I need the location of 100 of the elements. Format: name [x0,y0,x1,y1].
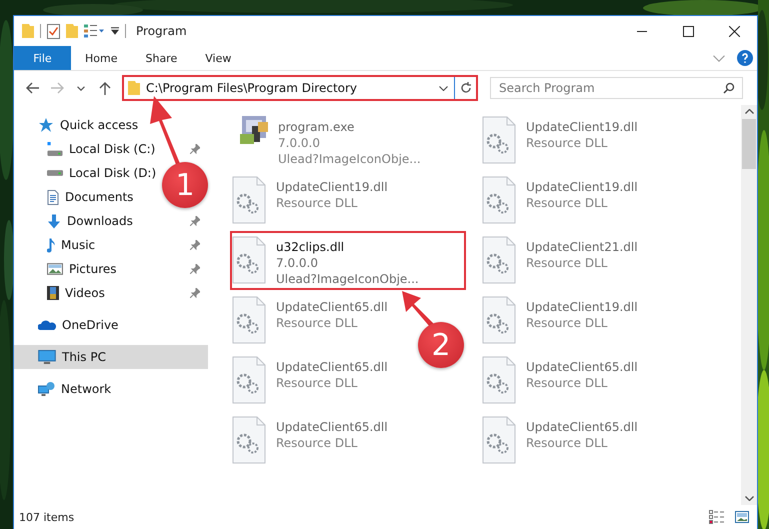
up-arrow-icon [99,81,111,95]
file-name: UpdateClient19.dll [526,119,638,135]
thumbnail-view-icon[interactable] [735,511,749,523]
file-detail: Resource DLL [526,435,608,451]
ribbon-tab[interactable]: File [14,46,71,70]
help-icon[interactable] [737,50,753,66]
nav-item[interactable]: Downloads [14,209,208,233]
file-detail: Resource DLL [276,195,358,211]
checklist-icon[interactable] [47,24,60,38]
forward-arrow-icon [50,82,64,94]
file-detail: Resource DLL [526,135,608,151]
item-count: 107 items [19,510,74,524]
search-icon [723,82,735,94]
file-tile[interactable]: UpdateClient19.dll Resource DLL [230,171,394,230]
cloud-icon [38,320,56,330]
nav-item[interactable]: Network [14,377,116,401]
file-name: UpdateClient65.dll [276,359,388,375]
star-icon [38,118,54,132]
file-name: u32clips.dll [276,239,346,255]
file-detail: Resource DLL [276,375,358,391]
file-tile[interactable]: UpdateClient65.dll Resource DLL [480,411,644,470]
file-tile[interactable]: UpdateClient21.dll Resource DLL [480,231,644,290]
drive-icon [47,170,63,176]
file-detail: 7.0.0.0 [278,135,321,151]
address-field[interactable]: C:\Program Files\Program Directory [124,77,454,99]
file-tile[interactable]: UpdateClient65.dll Resource DLL [230,411,394,470]
ribbon-tab[interactable]: Home [71,46,132,70]
annotation-arrow [402,291,434,327]
file-detail: Resource DLL [276,435,358,451]
close-icon [728,26,740,36]
settings-file-icon [482,116,516,164]
download-icon [47,214,61,228]
file-tile[interactable]: UpdateClient65.dll Resource DLL [480,351,644,410]
file-tile[interactable]: UpdateClient19.dll Resource DLL [480,171,644,230]
scroll-up-icon[interactable] [744,109,754,114]
settings-file-icon [232,416,266,464]
scrollbar[interactable] [741,105,757,505]
nav-item[interactable]: Music [14,233,208,257]
ribbon-tab[interactable]: View [191,46,246,70]
window-title: Program [136,24,187,38]
file-name: UpdateClient21.dll [526,239,638,255]
file-detail: Resource DLL [526,315,608,331]
folder-icon [128,81,140,95]
nav-item[interactable]: Quick access [14,113,142,137]
scroll-down-icon[interactable] [744,496,754,501]
nav-item[interactable]: Local Disk (D:) [14,161,160,185]
file-name: UpdateClient19.dll [276,179,388,195]
back-arrow-icon [26,82,40,94]
program-icon [240,116,268,144]
file-tile[interactable]: UpdateClient19.dll Resource DLL [480,111,644,170]
file-name: UpdateClient65.dll [526,419,638,435]
file-tile[interactable]: UpdateClient65.dll Resource DLL [230,351,394,410]
file-name: program.exe [278,119,356,135]
settings-file-icon [482,236,516,284]
music-note-icon [47,238,55,252]
dropdown-icon[interactable] [111,27,119,35]
monitor-icon [38,350,56,364]
settings-file-icon [482,296,516,344]
file-detail: Ulead?ImageIconObje... [278,151,421,167]
file-name: UpdateClient19.dll [526,299,638,315]
scrollbar-thumb[interactable] [742,119,756,169]
minimize-icon [637,30,647,32]
file-detail: Resource DLL [526,255,608,271]
document-icon [47,190,59,204]
file-name: UpdateClient19.dll [526,179,638,195]
file-tile[interactable]: program.exe 7.0.0.0 Ulead?ImageIconObje... [230,111,427,170]
drive-icon [47,142,63,156]
file-detail: Resource DLL [526,375,608,391]
settings-file-icon [232,296,266,344]
chevron-down-icon [77,86,85,90]
chevron-down-icon [439,86,448,90]
file-name: UpdateClient65.dll [276,299,388,315]
file-name: UpdateClient65.dll [276,419,388,435]
nav-item[interactable]: This PC [14,345,208,369]
nav-item[interactable]: Local Disk (C:) [14,137,208,161]
settings-file-icon [482,176,516,224]
maximize-icon [682,26,694,36]
settings-file-icon [482,356,516,404]
file-tile[interactable]: u32clips.dll 7.0.0.0 Ulead?ImageIconObje... [230,231,466,290]
file-tile[interactable]: UpdateClient65.dll Resource DLL [230,291,394,350]
nav-item[interactable]: OneDrive [14,313,122,337]
settings-file-icon [482,416,516,464]
details-view-icon[interactable] [709,510,725,524]
chevron-down-icon[interactable] [713,54,725,62]
nav-item[interactable]: Videos [14,281,208,305]
ribbon-tab[interactable]: Share [131,46,192,70]
search-field[interactable]: Search Program [490,77,743,99]
pictures-icon [47,263,63,275]
nav-item[interactable]: Documents [14,185,138,209]
network-icon [38,382,55,396]
file-detail: Ulead?ImageIconObje... [276,271,419,287]
list-view-icon[interactable] [84,24,105,38]
file-name: UpdateClient65.dll [526,359,638,375]
settings-file-icon [232,176,266,224]
refresh-icon [460,82,472,94]
file-tile[interactable]: UpdateClient19.dll Resource DLL [480,291,644,350]
settings-file-icon [232,236,266,284]
file-detail: 7.0.0.0 [276,255,319,271]
settings-file-icon [232,356,266,404]
nav-item[interactable]: Pictures [14,257,208,281]
